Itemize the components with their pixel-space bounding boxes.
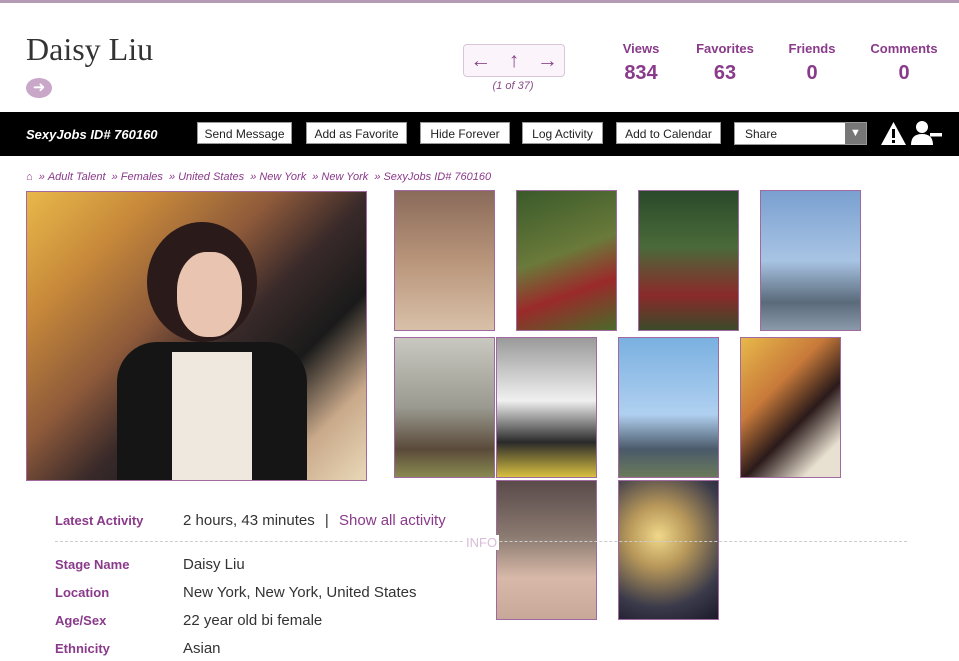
ethnicity-value: Asian bbox=[183, 640, 221, 657]
home-icon[interactable]: ⌂ bbox=[26, 171, 33, 183]
info-section-label: INFO bbox=[464, 535, 500, 550]
log-activity-button[interactable]: Log Activity bbox=[522, 122, 603, 144]
stat-comments: Comments 0 bbox=[868, 41, 940, 85]
stat-value: 63 bbox=[713, 62, 737, 84]
breadcrumb-separator: » bbox=[168, 171, 176, 183]
age-sex-label: Age/Sex bbox=[55, 613, 107, 628]
gallery-thumbnail[interactable] bbox=[496, 337, 597, 478]
gallery-thumbnail[interactable] bbox=[740, 337, 841, 478]
block-user-icon[interactable] bbox=[911, 120, 943, 146]
profile-name: Daisy Liu bbox=[26, 31, 154, 67]
breadcrumb-separator: » bbox=[374, 171, 381, 183]
gallery-thumbnail[interactable] bbox=[618, 480, 719, 620]
stat-label: Comments bbox=[870, 41, 938, 56]
breadcrumb-separator: » bbox=[312, 171, 319, 183]
hide-forever-button[interactable]: Hide Forever bbox=[420, 122, 510, 144]
breadcrumb-link[interactable]: Females bbox=[121, 171, 163, 183]
next-arrow-icon[interactable]: → bbox=[531, 45, 564, 76]
gallery-thumbnail[interactable] bbox=[394, 190, 495, 331]
stat-value: 0 bbox=[806, 62, 818, 84]
send-message-button[interactable]: Send Message bbox=[197, 122, 292, 144]
breadcrumb-separator: » bbox=[250, 171, 257, 183]
latest-activity-value: 2 hours, 43 minutes | Show all activity bbox=[183, 512, 446, 529]
activity-separator: | bbox=[324, 512, 329, 529]
stat-views: Views 834 bbox=[610, 41, 672, 85]
stage-name-label: Stage Name bbox=[55, 557, 130, 572]
breadcrumb-link[interactable]: United States bbox=[178, 171, 244, 183]
stat-value: 0 bbox=[898, 62, 910, 84]
stat-value: 834 bbox=[624, 62, 658, 84]
profile-header: Daisy Liu ➜ ← ↑ → (1 of 37) Views 834 Fa… bbox=[0, 3, 959, 112]
stage-name-value: Daisy Liu bbox=[183, 556, 245, 573]
breadcrumb-link[interactable]: SexyJobs ID# 760160 bbox=[383, 171, 491, 183]
gallery-thumbnail[interactable] bbox=[760, 190, 861, 331]
nav-count: (1 of 37) bbox=[492, 80, 534, 92]
add-calendar-button[interactable]: Add to Calendar bbox=[616, 122, 721, 144]
photo-navigation: ← ↑ → bbox=[463, 44, 565, 77]
latest-activity-label: Latest Activity bbox=[55, 513, 144, 528]
stat-label: Friends bbox=[788, 41, 836, 56]
ethnicity-label: Ethnicity bbox=[55, 641, 110, 656]
gallery-thumbnail[interactable] bbox=[516, 190, 617, 331]
breadcrumb-separator: » bbox=[111, 171, 118, 183]
show-all-activity-link[interactable]: Show all activity bbox=[339, 512, 446, 529]
breadcrumb-link[interactable]: New York bbox=[321, 171, 368, 183]
gallery-thumbnail[interactable] bbox=[638, 190, 739, 331]
stat-label: Views bbox=[622, 41, 660, 56]
breadcrumb-link[interactable]: Adult Talent bbox=[48, 171, 106, 183]
up-arrow-icon[interactable]: ↑ bbox=[497, 45, 530, 76]
breadcrumb-separator: » bbox=[38, 171, 45, 183]
stat-friends: Friends 0 bbox=[784, 41, 840, 85]
action-toolbar: SexyJobs ID# 760160 Send Message Add as … bbox=[0, 112, 959, 156]
prev-arrow-icon[interactable]: ← bbox=[464, 45, 497, 76]
main-profile-photo[interactable] bbox=[26, 191, 367, 481]
chevron-down-icon: ▼ bbox=[845, 123, 866, 144]
gallery-thumbnail[interactable] bbox=[618, 337, 719, 478]
gallery-thumbnail[interactable] bbox=[496, 480, 597, 620]
activity-time: 2 hours, 43 minutes bbox=[183, 512, 315, 529]
share-label: Share bbox=[745, 127, 778, 141]
location-value: New York, New York, United States bbox=[183, 584, 417, 601]
breadcrumb-link[interactable]: New York bbox=[259, 171, 306, 183]
age-sex-value: 22 year old bi female bbox=[183, 612, 323, 629]
breadcrumb: ⌂ » Adult Talent » Females » United States … bbox=[26, 171, 491, 183]
next-profile-icon[interactable]: ➜ bbox=[26, 78, 52, 98]
gallery-thumbnail[interactable] bbox=[394, 337, 495, 478]
stat-favorites: Favorites 63 bbox=[692, 41, 758, 85]
report-warning-icon[interactable] bbox=[880, 121, 907, 146]
add-favorite-button[interactable]: Add as Favorite bbox=[306, 122, 407, 144]
share-select[interactable]: Share ▼ bbox=[734, 122, 867, 145]
profile-id: SexyJobs ID# 760160 bbox=[26, 127, 158, 142]
location-label: Location bbox=[55, 585, 110, 600]
stat-label: Favorites bbox=[696, 41, 754, 56]
